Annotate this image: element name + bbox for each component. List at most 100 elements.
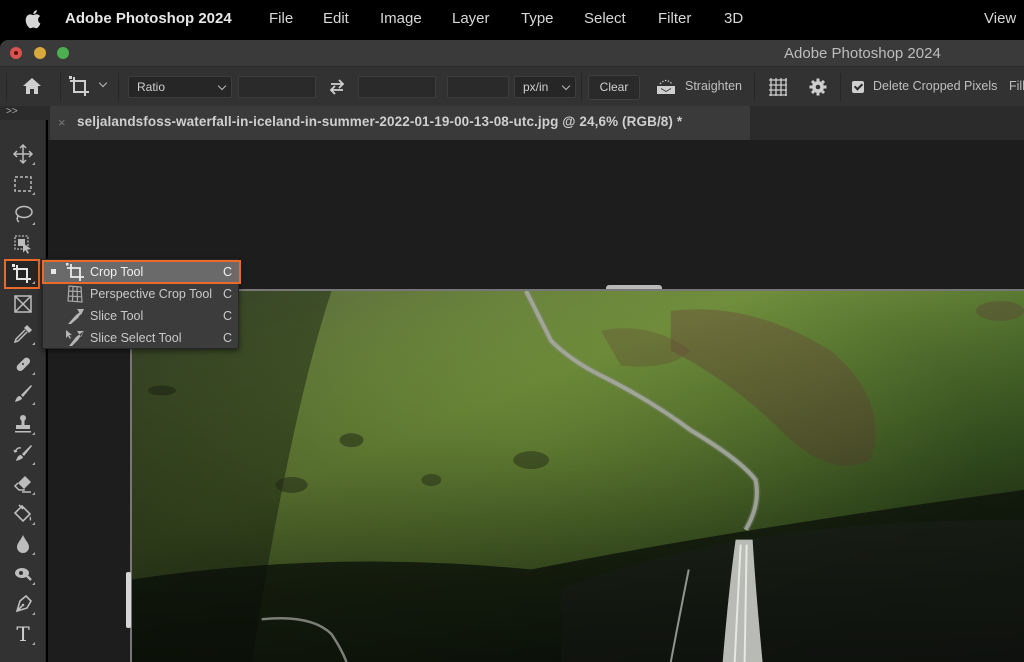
tool-object-selection[interactable] bbox=[8, 230, 38, 258]
ratio-select-value: Ratio bbox=[137, 80, 166, 94]
document-image[interactable] bbox=[130, 289, 1024, 662]
slice-icon bbox=[68, 309, 84, 324]
resolution-unit-select[interactable]: px/in bbox=[514, 76, 576, 98]
flyout-item-slice-tool[interactable]: Slice Tool C bbox=[43, 305, 240, 327]
chevron-down-icon bbox=[561, 81, 571, 91]
zoom-window-button[interactable] bbox=[57, 47, 69, 59]
straighten-icon[interactable] bbox=[655, 77, 677, 97]
crop-width-input[interactable] bbox=[238, 76, 316, 98]
crop-icon bbox=[12, 264, 31, 283]
tool-brush[interactable] bbox=[8, 380, 38, 408]
divider bbox=[754, 73, 755, 101]
submenu-indicator bbox=[32, 222, 35, 225]
chevron-down-icon bbox=[217, 81, 227, 91]
resolution-unit-value: px/in bbox=[523, 80, 549, 94]
resolution-input[interactable] bbox=[447, 76, 509, 98]
flyout-item-label: Perspective Crop Tool bbox=[90, 287, 213, 301]
tool-crop[interactable] bbox=[4, 259, 40, 289]
menu-edit[interactable]: Edit bbox=[323, 10, 349, 27]
tool-type[interactable]: T bbox=[8, 620, 38, 648]
submenu-indicator bbox=[32, 432, 35, 435]
tool-dodge[interactable] bbox=[8, 560, 38, 588]
flyout-item-perspective-crop-tool[interactable]: Perspective Crop Tool C bbox=[43, 283, 240, 305]
tool-paint-bucket[interactable] bbox=[8, 500, 38, 528]
window-title: Adobe Photoshop 2024 bbox=[784, 45, 941, 62]
submenu-indicator bbox=[32, 342, 35, 345]
selected-bullet-icon bbox=[51, 269, 56, 274]
flyout-item-slice-select-tool[interactable]: Slice Select Tool C bbox=[43, 327, 240, 349]
window-title-bar: Adobe Photoshop 2024 bbox=[0, 40, 1024, 66]
clear-button[interactable]: Clear bbox=[588, 75, 640, 100]
eyedropper-icon bbox=[13, 325, 32, 344]
tool-clone-stamp[interactable] bbox=[8, 410, 38, 438]
apple-icon[interactable] bbox=[24, 8, 44, 30]
divider bbox=[60, 73, 61, 101]
submenu-indicator bbox=[32, 582, 35, 585]
submenu-indicator bbox=[32, 462, 35, 465]
pen-icon bbox=[15, 594, 32, 613]
menu-view[interactable]: View bbox=[984, 10, 1016, 27]
submenu-indicator bbox=[32, 162, 35, 165]
submenu-indicator bbox=[32, 281, 35, 284]
brush-icon bbox=[15, 385, 32, 402]
eraser-icon bbox=[13, 476, 31, 493]
flyout-item-shortcut: C bbox=[222, 287, 232, 301]
paint-bucket-icon bbox=[13, 504, 32, 523]
menu-layer[interactable]: Layer bbox=[452, 10, 490, 27]
delete-cropped-pixels-label[interactable]: Delete Cropped Pixels bbox=[873, 79, 997, 93]
preset-dropdown-chevron-icon[interactable] bbox=[98, 78, 108, 88]
divider bbox=[581, 73, 582, 101]
tool-blur[interactable] bbox=[8, 530, 38, 558]
slice-select-icon bbox=[66, 330, 84, 346]
tool-frame[interactable] bbox=[8, 290, 38, 318]
flyout-item-crop-tool[interactable]: Crop Tool C bbox=[42, 260, 241, 284]
perspective-crop-icon bbox=[67, 285, 83, 303]
fill-label[interactable]: Fill bbox=[1009, 79, 1024, 93]
submenu-indicator bbox=[32, 612, 35, 615]
tool-marquee[interactable] bbox=[8, 170, 38, 198]
crop-tool-preset-icon[interactable] bbox=[68, 75, 92, 99]
gear-icon[interactable] bbox=[808, 77, 828, 97]
lasso-icon bbox=[15, 205, 33, 223]
home-icon[interactable] bbox=[22, 77, 42, 95]
frame-icon bbox=[14, 295, 32, 313]
tool-history-brush[interactable] bbox=[8, 440, 38, 468]
minimize-window-button[interactable] bbox=[34, 47, 46, 59]
overlay-grid-icon[interactable] bbox=[767, 76, 789, 98]
document-tab[interactable]: × seljalandsfoss-waterfall-in-iceland-in… bbox=[50, 106, 750, 140]
submenu-indicator bbox=[32, 192, 35, 195]
vertical-scrollbar-thumb[interactable] bbox=[126, 572, 131, 628]
menu-file[interactable]: File bbox=[269, 10, 293, 27]
flyout-item-label: Slice Select Tool bbox=[90, 331, 182, 345]
straighten-label[interactable]: Straighten bbox=[685, 79, 742, 93]
tool-eraser[interactable] bbox=[8, 470, 38, 498]
panel-collapse-button[interactable]: >> bbox=[0, 106, 48, 120]
flyout-item-label: Crop Tool bbox=[90, 265, 144, 279]
tool-lasso[interactable] bbox=[8, 200, 38, 228]
submenu-indicator bbox=[32, 492, 35, 495]
menu-3d[interactable]: 3D bbox=[724, 10, 743, 27]
close-window-button[interactable] bbox=[10, 47, 22, 59]
tool-eyedropper[interactable] bbox=[8, 320, 38, 348]
tool-move[interactable] bbox=[8, 140, 38, 168]
close-tab-icon[interactable]: × bbox=[58, 115, 66, 130]
options-bar: Ratio px/in Clear Straighten Delete Crop… bbox=[0, 66, 1024, 106]
submenu-indicator bbox=[32, 552, 35, 555]
menu-app-name[interactable]: Adobe Photoshop 2024 bbox=[65, 10, 232, 27]
submenu-indicator bbox=[32, 402, 35, 405]
menu-filter[interactable]: Filter bbox=[658, 10, 691, 27]
tool-pen[interactable] bbox=[8, 590, 38, 618]
mac-menu-bar: Adobe Photoshop 2024 File Edit Image Lay… bbox=[0, 0, 1024, 38]
object-selection-icon bbox=[14, 235, 31, 254]
swap-dimensions-icon[interactable] bbox=[328, 78, 346, 96]
delete-cropped-pixels-checkbox[interactable] bbox=[852, 81, 864, 93]
crop-height-input[interactable] bbox=[358, 76, 436, 98]
divider bbox=[840, 73, 841, 101]
ratio-select[interactable]: Ratio bbox=[128, 76, 232, 98]
menu-image[interactable]: Image bbox=[380, 10, 422, 27]
menu-select[interactable]: Select bbox=[584, 10, 626, 27]
document-tab-title: seljalandsfoss-waterfall-in-iceland-in-s… bbox=[77, 114, 683, 129]
tool-spot-healing[interactable] bbox=[8, 350, 38, 378]
menu-type[interactable]: Type bbox=[521, 10, 554, 27]
stamp-icon bbox=[15, 415, 31, 433]
